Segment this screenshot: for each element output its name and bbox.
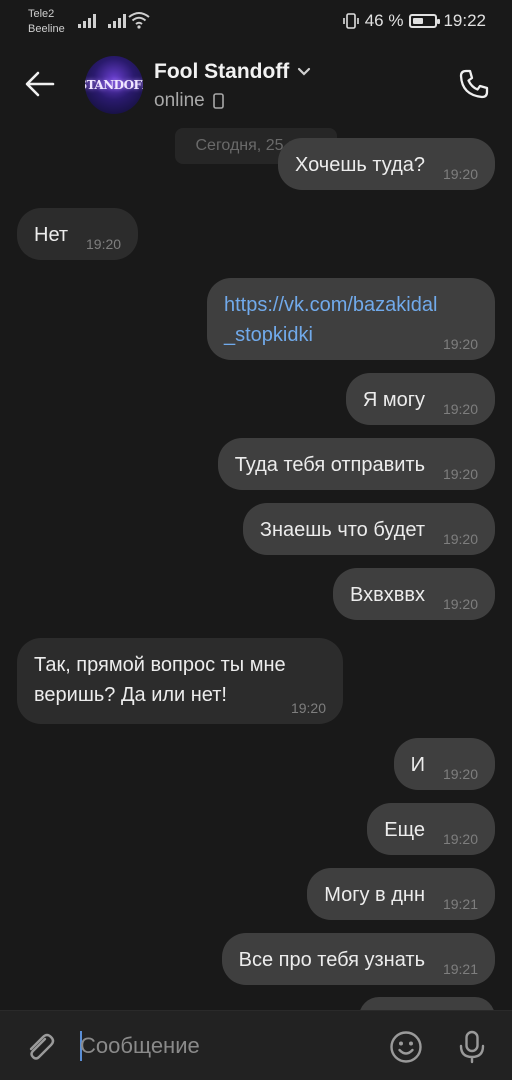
- message-time: 19:20: [442, 401, 478, 417]
- message-time: 19:20: [442, 831, 478, 847]
- battery-icon: [409, 14, 441, 28]
- message-text-line-1: Так, прямой вопрос ты мне: [34, 654, 286, 676]
- battery-percent: 46 %: [364, 11, 404, 30]
- message-outgoing-partial[interactable]: [359, 997, 495, 1010]
- status-bar: Tele2 Beeline 46 % 19:22: [0, 0, 512, 44]
- message-outgoing[interactable]: Я могу 19:20: [345, 373, 495, 425]
- wifi-icon: [128, 12, 150, 29]
- message-list[interactable]: Сегодня, 25 мая Хочешь туда? 19:20 Нет 1…: [0, 124, 512, 1010]
- message-link[interactable]: https://vk.com/bazakidal _stopkidki: [224, 294, 437, 346]
- message-text: Могу в днн: [324, 884, 425, 906]
- message-outgoing[interactable]: И 19:20: [393, 738, 495, 790]
- online-status: online: [154, 90, 205, 111]
- message-time: 19:20: [442, 596, 478, 612]
- message-outgoing[interactable]: Знаешь что будет 19:20: [242, 503, 495, 555]
- carrier-1: Tele2: [28, 8, 55, 20]
- carrier-2: Beeline: [28, 23, 65, 35]
- message-incoming[interactable]: Нет 19:20: [17, 208, 139, 260]
- avatar-logo-text: STANDOFF: [85, 78, 143, 92]
- message-time: 19:20: [442, 336, 478, 352]
- paperclip-icon: [29, 1033, 55, 1060]
- carrier-names: Tele2 Beeline: [28, 7, 65, 37]
- signal-icon: [108, 12, 126, 28]
- link-line-1: https://vk.com/bazakidal: [224, 294, 438, 316]
- message-outgoing[interactable]: Вхвхввх 19:20: [333, 568, 495, 620]
- signal-icon: [78, 12, 96, 28]
- chat-status: online: [154, 90, 224, 112]
- link-line-2: _stopkidki: [224, 324, 313, 346]
- message-time: 19:20: [290, 700, 326, 716]
- avatar[interactable]: STANDOFF: [85, 56, 143, 114]
- message-text: Все про тебя узнать: [238, 949, 425, 971]
- message-outgoing[interactable]: https://vk.com/bazakidal _stopkidki 19:2…: [207, 278, 495, 360]
- attach-button[interactable]: [20, 1027, 60, 1067]
- message-text: Хочешь туда?: [295, 154, 425, 176]
- call-button[interactable]: [454, 64, 494, 104]
- message-time: 19:20: [442, 166, 478, 182]
- emoji-button[interactable]: [386, 1027, 426, 1067]
- message-time: 19:21: [442, 896, 478, 912]
- message-time: 19:21: [442, 961, 478, 977]
- status-right: 46 % 19:22: [342, 11, 486, 31]
- message-text: Знаешь что будет: [259, 519, 425, 541]
- message-time: 19:20: [86, 236, 122, 252]
- message-outgoing[interactable]: Хочешь туда? 19:20: [278, 138, 495, 190]
- message-text: Вхвхввх: [350, 584, 425, 606]
- message-composer: [0, 1010, 512, 1080]
- microphone-icon: [459, 1030, 485, 1064]
- chat-header: STANDOFF Fool Standoff online: [0, 44, 512, 124]
- message-time: 19:20: [442, 531, 478, 547]
- message-outgoing[interactable]: Туда тебя отправить 19:20: [217, 438, 495, 490]
- message-text: И: [410, 754, 425, 776]
- message-incoming[interactable]: Так, прямой вопрос ты мне веришь? Да или…: [17, 638, 343, 724]
- message-text: Еще: [384, 819, 425, 841]
- vibrate-icon: [342, 13, 359, 29]
- chat-title[interactable]: Fool Standoff: [154, 60, 311, 84]
- message-text: Туда тебя отправить: [234, 454, 425, 476]
- back-button[interactable]: [22, 66, 58, 102]
- chevron-down-icon: [298, 67, 311, 76]
- chat-title-text: Fool Standoff: [154, 60, 290, 83]
- message-time: 19:20: [442, 766, 478, 782]
- message-outgoing[interactable]: Все про тебя узнать 19:21: [221, 933, 495, 985]
- arrow-left-icon: [25, 71, 55, 97]
- message-text: Нет: [34, 224, 69, 246]
- phone-icon: [459, 69, 489, 99]
- battery-level: [413, 18, 423, 24]
- message-text: Я могу: [362, 389, 425, 411]
- clock: 19:22: [443, 11, 486, 30]
- message-input[interactable]: [80, 1025, 370, 1067]
- mobile-device-icon: [212, 93, 224, 109]
- message-outgoing[interactable]: Могу в днн 19:21: [307, 868, 495, 920]
- smiley-icon: [390, 1031, 422, 1063]
- voice-message-button[interactable]: [452, 1027, 492, 1067]
- message-time: 19:20: [442, 466, 478, 482]
- message-outgoing[interactable]: Еще 19:20: [367, 803, 495, 855]
- message-text-line-2: веришь? Да или нет!: [34, 684, 227, 706]
